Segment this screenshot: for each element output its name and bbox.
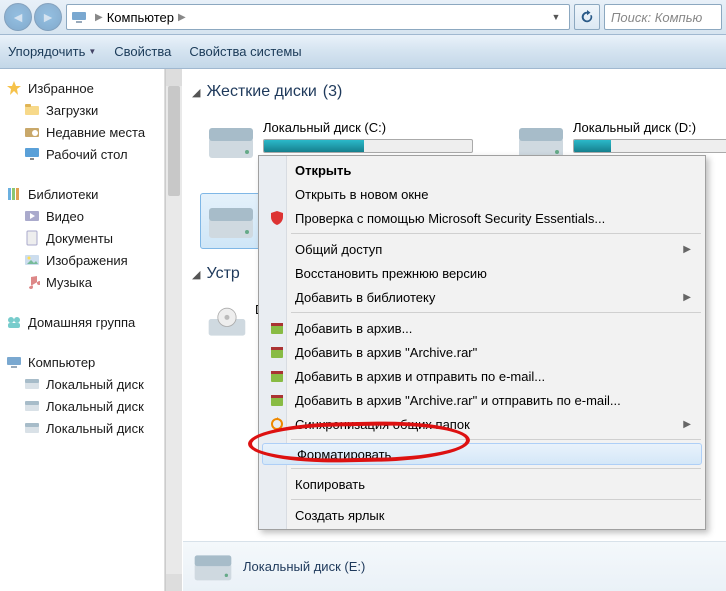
drive-name: Локальный диск (D:) [573, 120, 726, 135]
menu-sync-folders[interactable]: Синхронизация общих папок▶ [261, 412, 703, 436]
recent-icon [24, 124, 40, 140]
menu-share[interactable]: Общий доступ▶ [261, 237, 703, 261]
dvd-icon [207, 304, 247, 344]
search-placeholder: Поиск: Компью [611, 10, 702, 25]
menu-restore-version[interactable]: Восстановить прежнюю версию [261, 261, 703, 285]
star-icon [6, 80, 22, 96]
breadcrumb[interactable]: ▶ Компьютер ▶ ▼ [66, 4, 570, 30]
documents-icon [24, 230, 40, 246]
capacity-bar [573, 139, 726, 153]
libraries-icon [6, 186, 22, 202]
navigation-pane: Избранное Загрузки Недавние места Рабочи… [0, 69, 165, 591]
details-title: Локальный диск (E:) [243, 559, 365, 574]
menu-open-new-window[interactable]: Открыть в новом окне [261, 182, 703, 206]
drive-icon [24, 376, 40, 392]
command-bar: Упорядочить ▼ Свойства Свойства системы [0, 35, 726, 69]
details-pane: Локальный диск (E:) [183, 541, 726, 591]
forward-button[interactable]: ► [34, 3, 62, 31]
chevron-down-icon[interactable]: ▼ [547, 5, 565, 29]
chevron-right-icon: ▶ [95, 12, 103, 23]
drive-icon [193, 549, 233, 585]
drive-icon [24, 398, 40, 414]
computer-icon [6, 354, 22, 370]
nav-buttons: ◄ ► [4, 3, 62, 31]
menu-format[interactable]: Форматировать... [262, 443, 702, 465]
breadcrumb-location: Компьютер [107, 10, 174, 25]
sidebar-favorites[interactable]: Избранное [0, 77, 164, 99]
desktop-icon [24, 146, 40, 162]
collapse-arrow-icon: ◢ [192, 268, 200, 281]
collapse-arrow-icon: ◢ [192, 86, 200, 99]
drive-icon [207, 122, 255, 162]
sidebar-videos[interactable]: Видео [0, 205, 164, 227]
shield-icon [268, 209, 286, 227]
computer-icon [71, 9, 87, 25]
context-menu: Открыть Открыть в новом окне Проверка с … [258, 155, 706, 530]
menu-add-library[interactable]: Добавить в библиотеку▶ [261, 285, 703, 309]
refresh-icon [580, 10, 594, 24]
sidebar-computer[interactable]: Компьютер [0, 351, 164, 373]
sidebar-desktop[interactable]: Рабочий стол [0, 143, 164, 165]
organize-button[interactable]: Упорядочить ▼ [8, 44, 96, 59]
winrar-icon [268, 343, 286, 361]
chevron-right-icon: ▶ [178, 12, 186, 23]
properties-button[interactable]: Свойства [114, 44, 171, 59]
winrar-icon [268, 367, 286, 385]
section-hard-drives[interactable]: ◢ Жесткие диски (3) [182, 79, 726, 105]
scrollbar-thumb[interactable] [168, 86, 180, 196]
menu-add-rar-send-mail[interactable]: Добавить в архив "Archive.rar" и отправи… [261, 388, 703, 412]
winrar-icon [268, 319, 286, 337]
capacity-bar [263, 139, 473, 153]
sidebar-scrollbar[interactable] [165, 69, 182, 591]
winrar-icon [268, 391, 286, 409]
music-icon [24, 274, 40, 290]
sidebar-recent[interactable]: Недавние места [0, 121, 164, 143]
sidebar-disk-c[interactable]: Локальный диск [0, 373, 164, 395]
video-icon [24, 208, 40, 224]
sidebar-downloads[interactable]: Загрузки [0, 99, 164, 121]
sidebar-disk-d[interactable]: Локальный диск [0, 395, 164, 417]
sync-icon [268, 415, 286, 433]
sidebar-homegroup[interactable]: Домашняя группа [0, 311, 164, 333]
homegroup-icon [6, 314, 22, 330]
pictures-icon [24, 252, 40, 268]
system-properties-button[interactable]: Свойства системы [189, 44, 301, 59]
refresh-button[interactable] [574, 4, 600, 30]
menu-add-archive[interactable]: Добавить в архив... [261, 316, 703, 340]
menu-copy[interactable]: Копировать [261, 472, 703, 496]
sidebar-libraries[interactable]: Библиотеки [0, 183, 164, 205]
chevron-down-icon: ▼ [88, 47, 96, 56]
menu-mse-scan[interactable]: Проверка с помощью Microsoft Security Es… [261, 206, 703, 230]
back-button[interactable]: ◄ [4, 3, 32, 31]
menu-add-send-mail[interactable]: Добавить в архив и отправить по e-mail..… [261, 364, 703, 388]
address-bar: ◄ ► ▶ Компьютер ▶ ▼ Поиск: Компью [0, 0, 726, 35]
sidebar-pictures[interactable]: Изображения [0, 249, 164, 271]
search-input[interactable]: Поиск: Компью [604, 4, 722, 30]
sidebar-documents[interactable]: Документы [0, 227, 164, 249]
sidebar-music[interactable]: Музыка [0, 271, 164, 293]
folder-icon [24, 102, 40, 118]
menu-create-shortcut[interactable]: Создать ярлык [261, 503, 703, 527]
drive-name: Локальный диск (C:) [263, 120, 473, 135]
menu-open[interactable]: Открыть [261, 158, 703, 182]
sidebar-disk-e[interactable]: Локальный диск [0, 417, 164, 439]
drive-icon [207, 202, 255, 242]
drive-icon [24, 420, 40, 436]
menu-add-archive-rar[interactable]: Добавить в архив "Archive.rar" [261, 340, 703, 364]
